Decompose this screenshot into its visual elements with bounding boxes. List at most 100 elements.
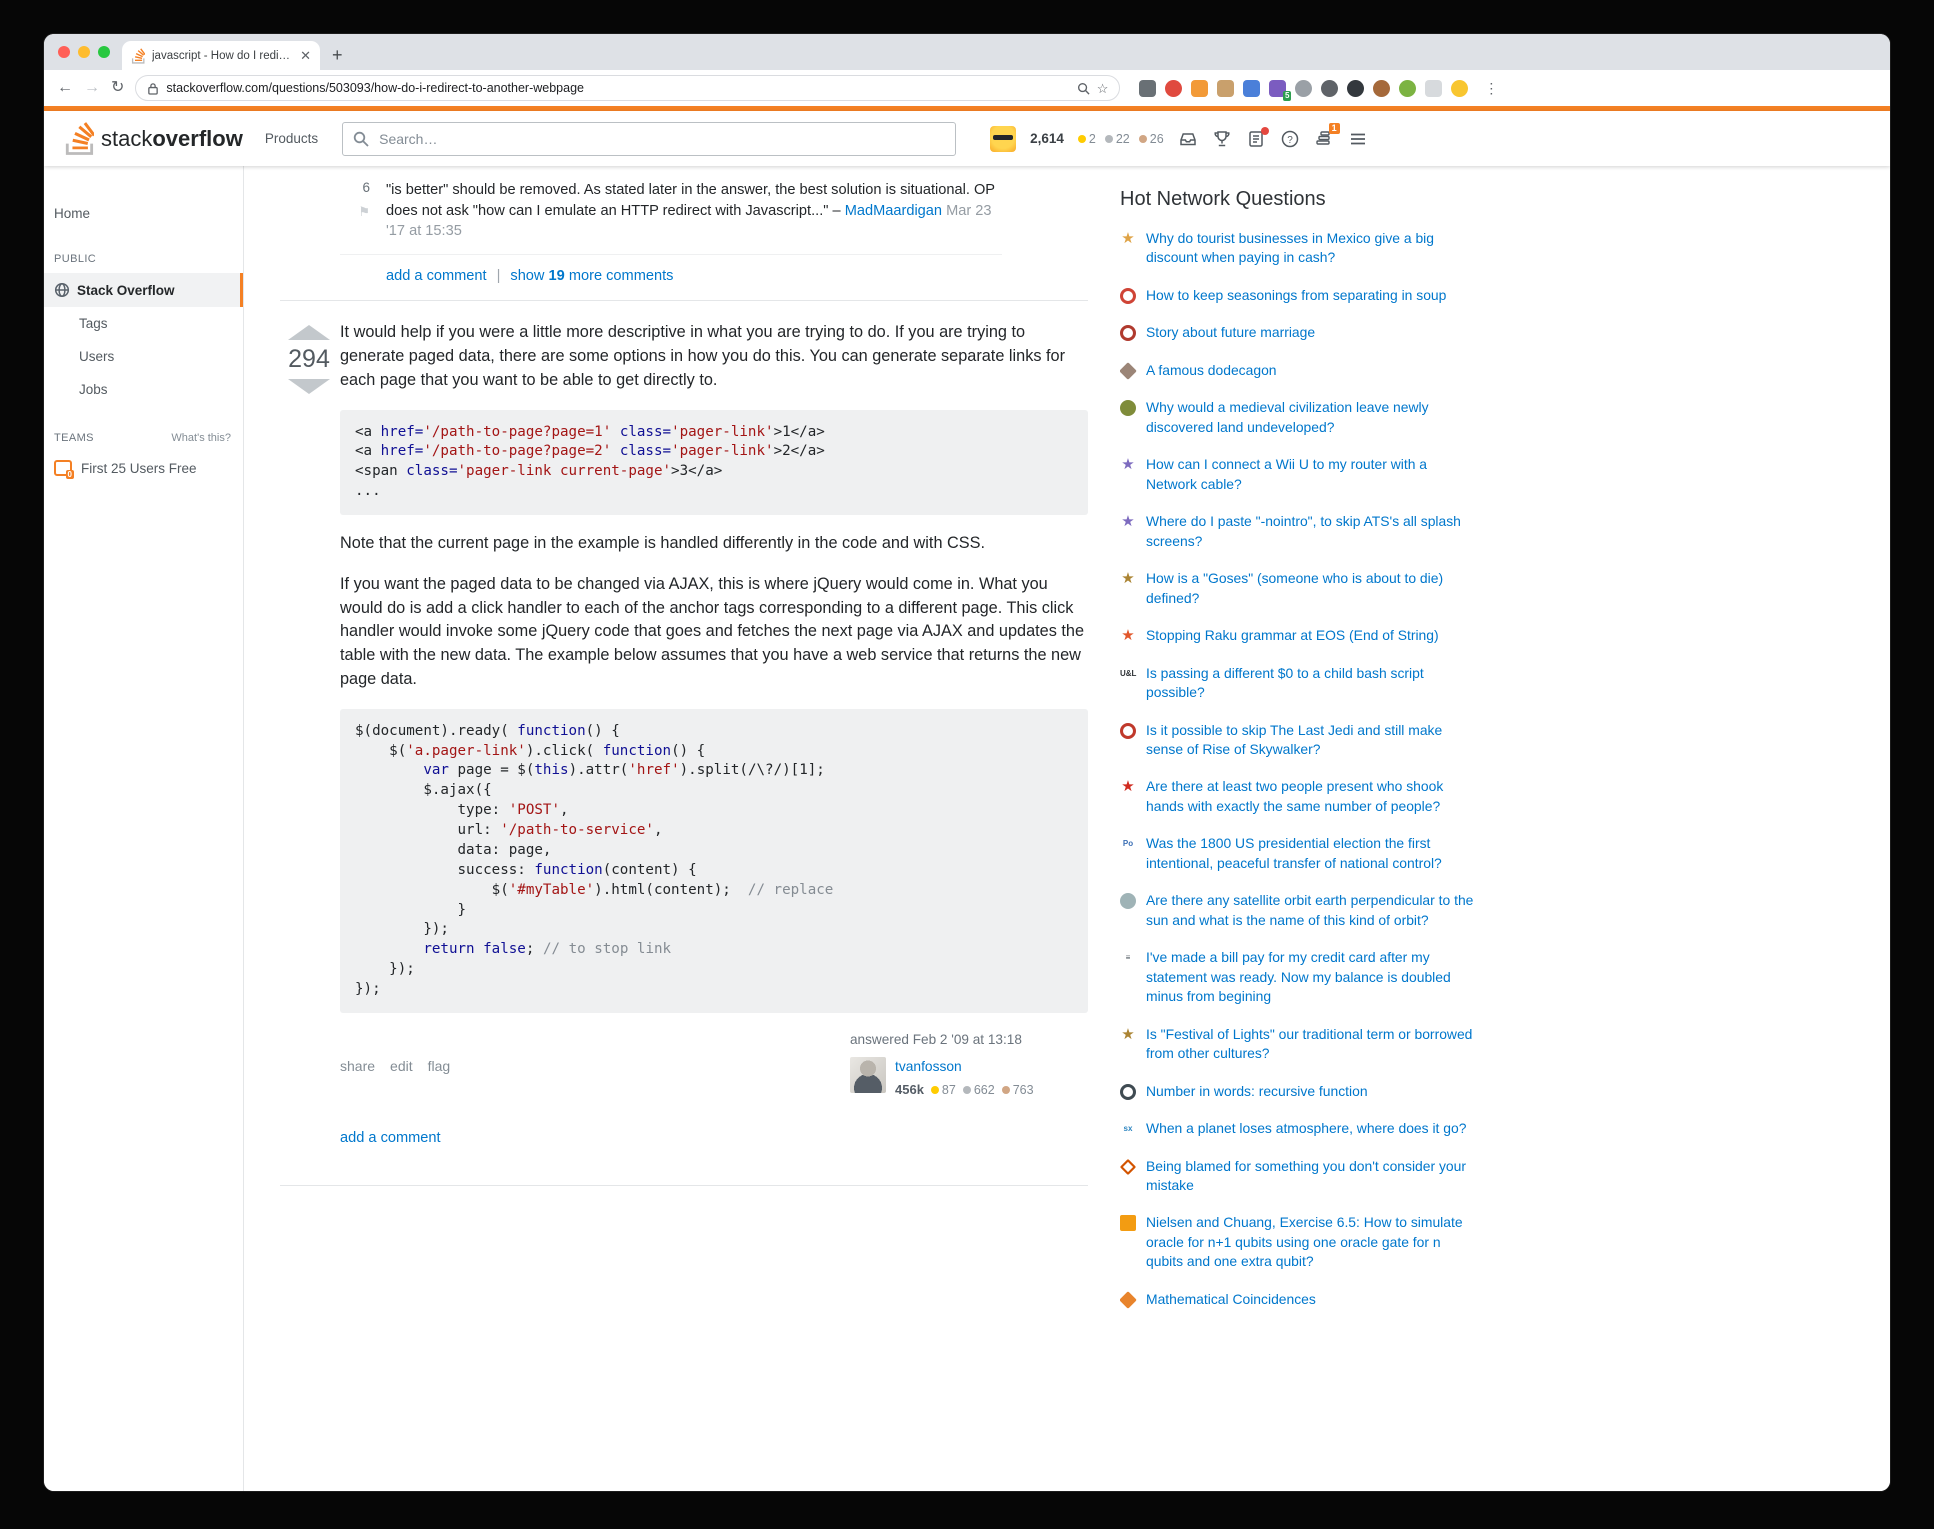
hot-question-item: ★Where do I paste "-nointro", to skip AT… — [1120, 512, 1478, 551]
upvote-arrow[interactable] — [288, 325, 330, 340]
badge-dot-icon — [1002, 1086, 1010, 1094]
code-token — [611, 424, 620, 440]
hot-question-link[interactable]: Where do I paste "-nointro", to skip ATS… — [1146, 512, 1478, 551]
extension-card-icon[interactable] — [1243, 80, 1260, 97]
hot-question-link[interactable]: Mathematical Coincidences — [1146, 1290, 1316, 1309]
hamburger-icon[interactable] — [1348, 129, 1368, 149]
hot-question-link[interactable]: Why do tourist businesses in Mexico give… — [1146, 229, 1478, 268]
search-bar[interactable] — [342, 122, 956, 156]
hot-question-link[interactable]: Is "Festival of Lights" our traditional … — [1146, 1025, 1478, 1064]
hot-question-link[interactable]: Was the 1800 US presidential election th… — [1146, 834, 1478, 873]
hot-question-link[interactable]: Nielsen and Chuang, Exercise 6.5: How to… — [1146, 1213, 1478, 1271]
answerer-reputation: 456k 87662763 — [895, 1081, 1034, 1100]
extension-tan-icon[interactable] — [1217, 80, 1234, 97]
globe-icon — [54, 282, 70, 298]
hot-question-item: Being blamed for something you don't con… — [1120, 1157, 1478, 1196]
show-more-comments-link[interactable]: show 19 more comments — [510, 268, 673, 284]
teams-label: TEAMS — [54, 432, 94, 444]
back-icon[interactable]: ← — [57, 80, 73, 96]
reputation-score[interactable]: 2,614 — [1030, 131, 1064, 146]
share-link[interactable]: share — [340, 1056, 375, 1076]
inbox-icon[interactable] — [1178, 129, 1198, 149]
edit-link[interactable]: edit — [390, 1056, 413, 1076]
hot-question-link[interactable]: I've made a bill pay for my credit card … — [1146, 948, 1478, 1006]
extension-smiley-icon[interactable] — [1451, 80, 1468, 97]
flag-link[interactable]: flag — [428, 1056, 451, 1076]
comment-text: "is better" should be removed. As stated… — [386, 180, 1002, 242]
answerer-avatar[interactable] — [850, 1057, 886, 1093]
new-tab-button[interactable]: + — [332, 46, 343, 64]
code-token: ; — [526, 941, 543, 957]
extension-info-icon[interactable] — [1321, 80, 1338, 97]
next-answer-divider — [280, 1185, 1088, 1186]
sidebar-item-teams-free[interactable]: First 25 Users Free — [44, 452, 243, 484]
extension-gray-icon[interactable] — [1295, 80, 1312, 97]
code-token: 'POST' — [509, 802, 560, 818]
help-icon[interactable]: ? — [1280, 129, 1300, 149]
review-icon[interactable] — [1246, 129, 1266, 149]
sidebar-item-home[interactable]: Home — [44, 198, 243, 229]
code-token: $.ajax({ — [355, 782, 492, 798]
sidebar-item-jobs[interactable]: Jobs — [44, 373, 243, 406]
badge-number: 22 — [1116, 132, 1130, 146]
sidebar-item-tags[interactable]: Tags — [44, 307, 243, 340]
hot-question-link[interactable]: Being blamed for something you don't con… — [1146, 1157, 1478, 1196]
extension-adblock-icon[interactable] — [1165, 80, 1182, 97]
achievements-trophy-icon[interactable] — [1212, 129, 1232, 149]
answer-add-comment: add a comment — [340, 1128, 1088, 1149]
code-token: <a — [355, 424, 381, 440]
add-comment-link[interactable]: add a comment — [386, 268, 487, 284]
hot-question-link[interactable]: How is a "Goses" (someone who is about t… — [1146, 569, 1478, 608]
close-window-button[interactable] — [58, 46, 70, 58]
hot-question-link[interactable]: How can I connect a Wii U to my router w… — [1146, 455, 1478, 494]
extension-badge-icon[interactable]: 5 — [1269, 80, 1286, 97]
hot-question-link[interactable]: A famous dodecagon — [1146, 361, 1277, 380]
hot-question-link[interactable]: Are there any satellite orbit earth perp… — [1146, 891, 1478, 930]
code-token — [475, 941, 484, 957]
extension-orange-icon[interactable] — [1191, 80, 1208, 97]
bookmark-star-icon[interactable]: ☆ — [1097, 82, 1109, 95]
reload-icon[interactable]: ↻ — [111, 80, 124, 96]
hot-question-link[interactable]: Are there at least two people present wh… — [1146, 777, 1478, 816]
hot-question-link[interactable]: Is it possible to skip The Last Jedi and… — [1146, 721, 1478, 760]
hot-question-link[interactable]: Why would a medieval civilization leave … — [1146, 398, 1478, 437]
flag-icon[interactable]: ⚑ — [358, 204, 370, 220]
browser-tab[interactable]: javascript - How do I redirect to ✕ — [122, 41, 320, 70]
hot-question-link[interactable]: When a planet loses atmosphere, where do… — [1146, 1119, 1466, 1138]
extension-dark-icon[interactable] — [1347, 80, 1364, 97]
comment-actions: add a comment|show 19 more comments — [386, 255, 1088, 300]
downvote-arrow[interactable] — [288, 379, 330, 394]
hot-question-link[interactable]: Number in words: recursive function — [1146, 1082, 1368, 1101]
site-switcher-icon[interactable]: 1 — [1314, 129, 1334, 149]
code-token: ).attr( — [569, 762, 629, 778]
extension-light-icon[interactable] — [1425, 80, 1442, 97]
hot-question-link[interactable]: Is passing a different $0 to a child bas… — [1146, 664, 1478, 703]
site-icon — [1120, 362, 1137, 380]
hot-question-item: Are there any satellite orbit earth perp… — [1120, 891, 1478, 930]
zoom-icon[interactable] — [1077, 82, 1090, 95]
hot-question-link[interactable]: Story about future marriage — [1146, 323, 1315, 342]
add-comment-link[interactable]: add a comment — [340, 1130, 441, 1146]
sidebar-item-stack-overflow[interactable]: Stack Overflow — [44, 273, 243, 307]
browser-menu-icon[interactable]: ⋮ — [1484, 80, 1498, 97]
minimize-window-button[interactable] — [78, 46, 90, 58]
site-icon — [1120, 325, 1136, 341]
answerer-name-link[interactable]: tvanfosson — [895, 1057, 1034, 1077]
sidebar-item-users[interactable]: Users — [44, 340, 243, 373]
extension-pretzel-icon[interactable] — [1373, 80, 1390, 97]
user-avatar[interactable] — [990, 126, 1016, 152]
hot-question-link[interactable]: How to keep seasonings from separating i… — [1146, 286, 1446, 305]
code-token: data: page, — [355, 842, 551, 858]
maximize-window-button[interactable] — [98, 46, 110, 58]
search-input[interactable] — [377, 130, 945, 148]
address-bar[interactable]: stackoverflow.com/questions/503093/how-d… — [135, 75, 1120, 101]
tab-close-icon[interactable]: ✕ — [300, 49, 311, 62]
whats-this-link[interactable]: What's this? — [171, 432, 231, 444]
hot-question-link[interactable]: Stopping Raku grammar at EOS (End of Str… — [1146, 626, 1439, 645]
stackoverflow-logo[interactable]: stackoverflow — [56, 121, 251, 156]
forward-icon[interactable]: → — [84, 80, 100, 96]
products-menu[interactable]: Products — [251, 131, 332, 146]
extension-leaf-icon[interactable] — [1399, 80, 1416, 97]
extension-shield-icon[interactable] — [1139, 80, 1156, 97]
comment-author-link[interactable]: MadMaardigan — [845, 203, 942, 219]
